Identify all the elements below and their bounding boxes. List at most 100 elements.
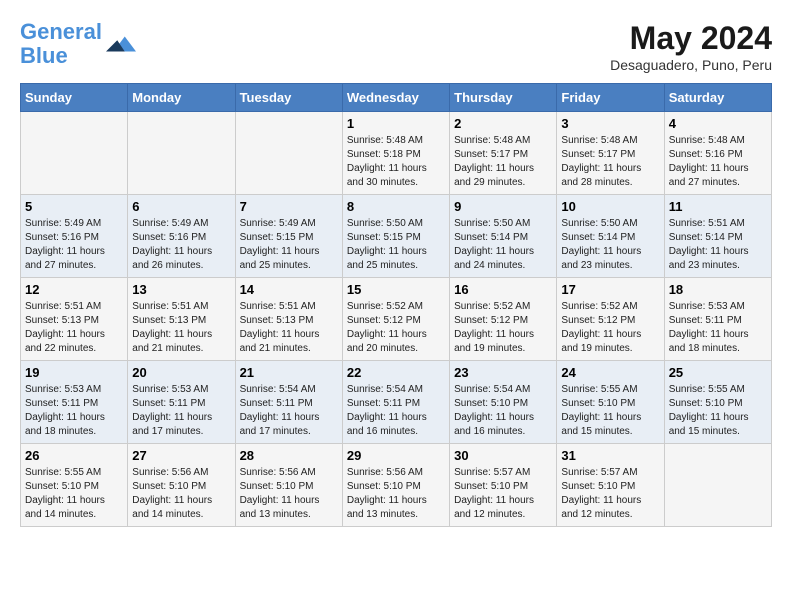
calendar-cell: 16Sunrise: 5:52 AM Sunset: 5:12 PM Dayli… [450, 278, 557, 361]
day-info: Sunrise: 5:48 AM Sunset: 5:17 PM Dayligh… [454, 134, 552, 190]
calendar-cell: 3 Sunrise: 5:48 AM Sunset: 5:17 PM Daylig… [557, 112, 664, 195]
logo-icon [106, 29, 136, 59]
calendar-cell: 19 Sunrise: 5:53 AM Sunset: 5:11 PM Dayli… [21, 361, 128, 444]
calendar-cell [128, 112, 235, 195]
day-number: 22 [347, 365, 445, 380]
day-info: Sunrise: 5:50 AM Sunset: 5:15 PM Dayligh… [347, 217, 445, 273]
calendar-week-row: 5 Sunrise: 5:49 AM Sunset: 5:16 PM Daylig… [21, 195, 772, 278]
column-header-sunday: Sunday [21, 84, 128, 112]
calendar-cell: 20 Sunrise: 5:53 AM Sunset: 5:11 PM Dayli… [128, 361, 235, 444]
day-info: Sunrise: 5:52 AM Sunset: 5:12 PM Dayligh… [347, 300, 445, 356]
day-number: 29 [347, 448, 445, 463]
calendar-cell: 26 Sunrise: 5:55 AM Sunset: 5:10 PM Dayli… [21, 444, 128, 527]
day-info: Sunrise: 5:51 AM Sunset: 5:13 PM Dayligh… [25, 300, 123, 356]
day-number: 27 [132, 448, 230, 463]
day-number: 30 [454, 448, 552, 463]
calendar-cell: 18Sunrise: 5:53 AM Sunset: 5:11 PM Dayli… [664, 278, 771, 361]
day-number: 8 [347, 199, 445, 214]
title-block: May 2024 Desaguadero, Puno, Peru [610, 20, 772, 73]
logo-text: General Blue [20, 20, 102, 68]
day-info: Sunrise: 5:50 AM Sunset: 5:14 PM Dayligh… [561, 217, 659, 273]
day-info: Sunrise: 5:49 AM Sunset: 5:15 PM Dayligh… [240, 217, 338, 273]
calendar-cell: 25Sunrise: 5:55 AM Sunset: 5:10 PM Dayli… [664, 361, 771, 444]
day-number: 2 [454, 116, 552, 131]
day-info: Sunrise: 5:52 AM Sunset: 5:12 PM Dayligh… [561, 300, 659, 356]
day-number: 19 [25, 365, 123, 380]
calendar-cell: 17 Sunrise: 5:52 AM Sunset: 5:12 PM Dayli… [557, 278, 664, 361]
day-number: 16 [454, 282, 552, 297]
column-header-saturday: Saturday [664, 84, 771, 112]
calendar-cell: 2 Sunrise: 5:48 AM Sunset: 5:17 PM Daylig… [450, 112, 557, 195]
calendar-week-row: 1Sunrise: 5:48 AM Sunset: 5:18 PM Daylig… [21, 112, 772, 195]
day-info: Sunrise: 5:57 AM Sunset: 5:10 PM Dayligh… [561, 466, 659, 522]
day-info: Sunrise: 5:54 AM Sunset: 5:11 PM Dayligh… [240, 383, 338, 439]
day-info: Sunrise: 5:48 AM Sunset: 5:16 PM Dayligh… [669, 134, 767, 190]
calendar-cell: 21 Sunrise: 5:54 AM Sunset: 5:11 PM Dayli… [235, 361, 342, 444]
day-number: 12 [25, 282, 123, 297]
calendar-cell: 6Sunrise: 5:49 AM Sunset: 5:16 PM Daylig… [128, 195, 235, 278]
day-info: Sunrise: 5:51 AM Sunset: 5:14 PM Dayligh… [669, 217, 767, 273]
day-number: 5 [25, 199, 123, 214]
calendar-cell [235, 112, 342, 195]
calendar-cell: 27Sunrise: 5:56 AM Sunset: 5:10 PM Dayli… [128, 444, 235, 527]
calendar-cell: 29 Sunrise: 5:56 AM Sunset: 5:10 PM Dayli… [342, 444, 449, 527]
calendar-cell: 13 Sunrise: 5:51 AM Sunset: 5:13 PM Dayli… [128, 278, 235, 361]
day-info: Sunrise: 5:49 AM Sunset: 5:16 PM Dayligh… [25, 217, 123, 273]
calendar-cell: 5 Sunrise: 5:49 AM Sunset: 5:16 PM Daylig… [21, 195, 128, 278]
location-subtitle: Desaguadero, Puno, Peru [610, 57, 772, 73]
day-number: 4 [669, 116, 767, 131]
calendar-cell: 1Sunrise: 5:48 AM Sunset: 5:18 PM Daylig… [342, 112, 449, 195]
calendar-cell: 12 Sunrise: 5:51 AM Sunset: 5:13 PM Dayli… [21, 278, 128, 361]
day-info: Sunrise: 5:54 AM Sunset: 5:11 PM Dayligh… [347, 383, 445, 439]
day-number: 26 [25, 448, 123, 463]
calendar-cell: 30Sunrise: 5:57 AM Sunset: 5:10 PM Dayli… [450, 444, 557, 527]
day-info: Sunrise: 5:55 AM Sunset: 5:10 PM Dayligh… [25, 466, 123, 522]
day-info: Sunrise: 5:49 AM Sunset: 5:16 PM Dayligh… [132, 217, 230, 273]
day-number: 13 [132, 282, 230, 297]
calendar-cell: 31 Sunrise: 5:57 AM Sunset: 5:10 PM Dayli… [557, 444, 664, 527]
day-info: Sunrise: 5:56 AM Sunset: 5:10 PM Dayligh… [240, 466, 338, 522]
day-number: 21 [240, 365, 338, 380]
day-info: Sunrise: 5:51 AM Sunset: 5:13 PM Dayligh… [132, 300, 230, 356]
day-number: 10 [561, 199, 659, 214]
day-number: 18 [669, 282, 767, 297]
calendar-cell: 11 Sunrise: 5:51 AM Sunset: 5:14 PM Dayli… [664, 195, 771, 278]
day-number: 9 [454, 199, 552, 214]
day-number: 17 [561, 282, 659, 297]
day-number: 24 [561, 365, 659, 380]
column-header-tuesday: Tuesday [235, 84, 342, 112]
calendar-week-row: 26 Sunrise: 5:55 AM Sunset: 5:10 PM Dayli… [21, 444, 772, 527]
day-info: Sunrise: 5:50 AM Sunset: 5:14 PM Dayligh… [454, 217, 552, 273]
day-number: 15 [347, 282, 445, 297]
column-header-wednesday: Wednesday [342, 84, 449, 112]
day-info: Sunrise: 5:48 AM Sunset: 5:17 PM Dayligh… [561, 134, 659, 190]
calendar-cell: 15 Sunrise: 5:52 AM Sunset: 5:12 PM Dayli… [342, 278, 449, 361]
calendar-cell: 4 Sunrise: 5:48 AM Sunset: 5:16 PM Daylig… [664, 112, 771, 195]
day-number: 31 [561, 448, 659, 463]
calendar-cell: 9 Sunrise: 5:50 AM Sunset: 5:14 PM Daylig… [450, 195, 557, 278]
day-number: 20 [132, 365, 230, 380]
day-number: 3 [561, 116, 659, 131]
day-number: 28 [240, 448, 338, 463]
calendar-cell [21, 112, 128, 195]
day-info: Sunrise: 5:48 AM Sunset: 5:18 PM Dayligh… [347, 134, 445, 190]
page-header: General Blue May 2024 Desaguadero, Puno,… [20, 20, 772, 73]
column-header-friday: Friday [557, 84, 664, 112]
calendar-cell: 23Sunrise: 5:54 AM Sunset: 5:10 PM Dayli… [450, 361, 557, 444]
logo: General Blue [20, 20, 136, 68]
calendar-cell: 7 Sunrise: 5:49 AM Sunset: 5:15 PM Daylig… [235, 195, 342, 278]
calendar-week-row: 12 Sunrise: 5:51 AM Sunset: 5:13 PM Dayli… [21, 278, 772, 361]
day-number: 11 [669, 199, 767, 214]
main-title: May 2024 [610, 20, 772, 57]
calendar-cell: 14Sunrise: 5:51 AM Sunset: 5:13 PM Dayli… [235, 278, 342, 361]
day-number: 7 [240, 199, 338, 214]
day-info: Sunrise: 5:53 AM Sunset: 5:11 PM Dayligh… [25, 383, 123, 439]
day-info: Sunrise: 5:55 AM Sunset: 5:10 PM Dayligh… [561, 383, 659, 439]
day-number: 25 [669, 365, 767, 380]
calendar-header-row: SundayMondayTuesdayWednesdayThursdayFrid… [21, 84, 772, 112]
day-info: Sunrise: 5:56 AM Sunset: 5:10 PM Dayligh… [347, 466, 445, 522]
day-number: 14 [240, 282, 338, 297]
calendar-table: SundayMondayTuesdayWednesdayThursdayFrid… [20, 83, 772, 527]
day-info: Sunrise: 5:53 AM Sunset: 5:11 PM Dayligh… [132, 383, 230, 439]
calendar-cell: 8 Sunrise: 5:50 AM Sunset: 5:15 PM Daylig… [342, 195, 449, 278]
